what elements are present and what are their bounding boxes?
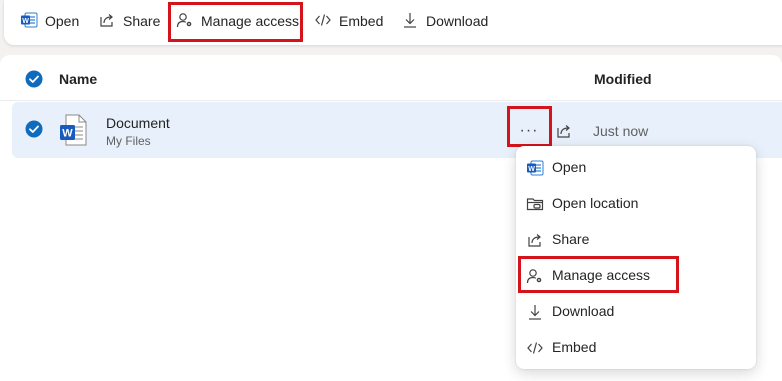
more-actions-button[interactable]: ··· <box>512 116 546 146</box>
file-name[interactable]: Document <box>106 115 170 131</box>
manage-access-icon <box>176 11 194 32</box>
share-icon <box>98 11 116 32</box>
download-icon <box>401 11 419 32</box>
menu-item-download[interactable]: Download <box>516 293 756 329</box>
toolbar-manage-access-label: Manage access <box>201 13 300 29</box>
row-share-icon[interactable] <box>555 122 573 145</box>
svg-text:W: W <box>22 17 29 24</box>
menu-item-open-location[interactable]: Open location <box>516 185 756 221</box>
command-bar: W Open Share Manage access Embed Downloa… <box>4 0 782 45</box>
word-icon: W <box>20 11 38 32</box>
menu-item-label: Embed <box>552 339 597 355</box>
menu-item-embed[interactable]: Embed <box>516 329 756 365</box>
manage-access-icon <box>526 267 544 285</box>
context-menu: W Open Open location Share Manage access… <box>516 146 756 369</box>
folder-location-icon <box>526 195 544 213</box>
file-location: My Files <box>106 134 151 148</box>
share-icon <box>526 231 544 249</box>
menu-item-label: Share <box>552 231 590 247</box>
word-icon: W <box>526 159 544 177</box>
toolbar-manage-access-button[interactable]: Manage access <box>176 8 299 34</box>
toolbar-download-button[interactable]: Download <box>401 8 488 34</box>
modified-value: Just now <box>593 123 649 139</box>
toolbar-embed-label: Embed <box>339 13 384 29</box>
toolbar-open-button[interactable]: W Open <box>20 8 79 34</box>
toolbar-open-label: Open <box>45 13 80 29</box>
row-checkbox[interactable] <box>25 120 43 143</box>
select-all-checkbox[interactable] <box>25 70 43 93</box>
list-header: Name Modified <box>0 55 782 101</box>
toolbar-embed-button[interactable]: Embed <box>314 8 383 34</box>
toolbar-download-label: Download <box>426 13 489 29</box>
menu-item-share[interactable]: Share <box>516 221 756 257</box>
embed-icon <box>314 11 332 32</box>
column-header-modified[interactable]: Modified <box>594 71 652 87</box>
embed-icon <box>526 339 544 357</box>
svg-text:W: W <box>528 166 535 173</box>
menu-item-manage-access[interactable]: Manage access <box>516 257 756 293</box>
svg-text:W: W <box>62 128 73 140</box>
toolbar-share-label: Share <box>123 13 161 29</box>
menu-item-label: Open location <box>552 195 639 211</box>
menu-item-label: Manage access <box>552 267 651 283</box>
column-header-name[interactable]: Name <box>59 71 97 87</box>
toolbar-share-button[interactable]: Share <box>98 8 160 34</box>
download-icon <box>526 303 544 321</box>
menu-item-label: Open <box>552 159 587 175</box>
menu-item-open[interactable]: W Open <box>516 149 756 185</box>
menu-item-label: Download <box>552 303 615 319</box>
word-document-icon: W <box>59 114 87 151</box>
